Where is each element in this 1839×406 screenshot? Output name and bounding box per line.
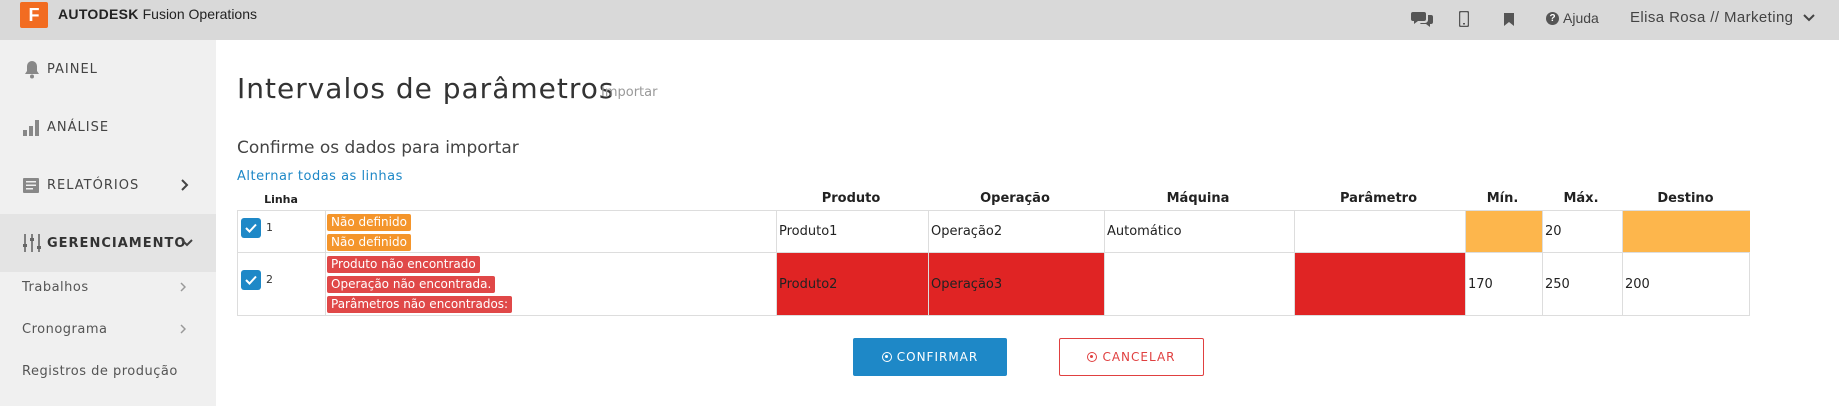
- cell-parametro: [1294, 253, 1465, 315]
- user-menu[interactable]: Elisa Rosa // Marketing: [1630, 9, 1816, 26]
- chevron-right-icon: [180, 324, 186, 334]
- fusion-logo[interactable]: F: [20, 2, 48, 28]
- page-subtitle: Importar: [601, 85, 658, 100]
- cell-min: [1465, 211, 1542, 252]
- sidebar-item-label: PAINEL: [47, 61, 98, 77]
- sidebar-subitem-label: Trabalhos: [22, 280, 89, 295]
- cell-produto: Produto2: [776, 253, 928, 315]
- help-icon: ?: [1546, 11, 1559, 25]
- cancel-button[interactable]: CANCELAR: [1059, 338, 1204, 376]
- checkmark-icon: [245, 223, 257, 233]
- sidebar-item-relatorios[interactable]: RELATÓRIOS: [0, 156, 216, 214]
- table-row: 2 Produto não encontrado Operação não en…: [237, 252, 1750, 316]
- bell-icon: [25, 61, 39, 79]
- chat-icon[interactable]: [1410, 8, 1434, 30]
- status-badge: Operação não encontrada.: [327, 276, 496, 293]
- bookmark-icon[interactable]: [1502, 8, 1516, 30]
- sidebar-item-label: GERENCIAMENTO: [47, 235, 187, 251]
- sidebar-item-label: ANÁLISE: [47, 119, 110, 135]
- brand-autodesk: AUTODESK: [58, 6, 139, 22]
- cell-destino: [1622, 211, 1750, 252]
- col-header-maquina: Máquina: [1166, 191, 1230, 206]
- col-header-destino: Destino: [1657, 191, 1714, 206]
- sidebar-subitem-cronograma[interactable]: Cronograma: [22, 322, 202, 337]
- sidebar: PAINEL ANÁLISE RELATÓRIOS GERENCIAMENTO …: [0, 40, 216, 406]
- mobile-icon[interactable]: [1456, 8, 1472, 30]
- toggle-all-rows-link[interactable]: Alternar todas as linhas: [237, 169, 403, 184]
- col-header-parametro: Parâmetro: [1339, 191, 1418, 206]
- chevron-down-icon: [181, 239, 193, 247]
- cell-produto: Produto1: [776, 211, 928, 252]
- status-badge: Produto não encontrado: [327, 256, 480, 273]
- user-label: Elisa Rosa // Marketing: [1630, 9, 1794, 26]
- cell-destino: 200: [1622, 253, 1750, 315]
- cell-operacao: Operação3: [928, 253, 1104, 315]
- cell-max: 250: [1542, 253, 1622, 315]
- row-checkbox[interactable]: [241, 270, 261, 290]
- cell-operacao: Operação2: [928, 211, 1104, 252]
- confirm-heading: Confirme os dados para importar: [237, 138, 519, 158]
- sidebar-subitem-label: Cronograma: [22, 322, 108, 337]
- bar-chart-icon: [23, 120, 39, 136]
- circle-dot-icon: [1087, 352, 1098, 362]
- help-link[interactable]: ? Ajuda: [1546, 10, 1599, 26]
- sidebar-subitem-label: Registros de produção: [22, 364, 178, 379]
- col-header-operacao: Operação: [980, 191, 1050, 206]
- row-checkbox[interactable]: [241, 218, 261, 238]
- sidebar-subitem-trabalhos[interactable]: Trabalhos: [22, 280, 202, 295]
- page-title: Intervalos de parâmetros: [237, 72, 615, 105]
- status-badge: Não definido: [327, 234, 411, 251]
- sidebar-item-painel[interactable]: PAINEL: [0, 40, 216, 98]
- sliders-icon: [23, 234, 41, 252]
- cell-maquina: Automático: [1104, 211, 1294, 252]
- col-header-produto: Produto: [821, 191, 881, 206]
- cancel-button-label: CANCELAR: [1102, 350, 1176, 364]
- row-number: 1: [266, 221, 273, 234]
- row-number: 2: [266, 273, 273, 286]
- brand-product: Fusion Operations: [142, 6, 258, 22]
- sidebar-item-analise[interactable]: ANÁLISE: [0, 98, 216, 156]
- chevron-down-icon: [1803, 13, 1816, 21]
- brand-name: AUTODESK Fusion Operations: [58, 6, 257, 22]
- chevron-right-icon: [181, 179, 189, 191]
- cell-min: 170: [1465, 253, 1542, 315]
- checkmark-icon: [245, 275, 257, 285]
- sidebar-subitem-registros[interactable]: Registros de produção: [22, 364, 202, 379]
- cell-parametro: [1294, 211, 1465, 252]
- sidebar-item-gerenciamento[interactable]: GERENCIAMENTO: [0, 214, 216, 272]
- circle-dot-icon: [881, 352, 892, 362]
- status-badge: Não definido: [327, 214, 411, 231]
- reports-icon: [23, 178, 39, 193]
- cell-maquina: [1104, 253, 1294, 315]
- col-header-min: Mín.: [1486, 191, 1519, 206]
- confirm-button[interactable]: CONFIRMAR: [853, 338, 1007, 376]
- col-header-max: Máx.: [1563, 191, 1599, 206]
- cell-max: 20: [1542, 211, 1622, 252]
- status-badge: Parâmetros não encontrados:: [327, 296, 513, 313]
- confirm-button-label: CONFIRMAR: [896, 350, 979, 364]
- col-header-linha: Linha: [264, 193, 298, 206]
- top-bar: F AUTODESK Fusion Operations ? Ajuda Eli…: [0, 0, 1839, 40]
- help-label: Ajuda: [1563, 10, 1599, 26]
- sidebar-item-label: RELATÓRIOS: [47, 177, 140, 193]
- chevron-right-icon: [180, 282, 186, 292]
- table-row: 1 Não definido Não definido Produto1 Ope…: [237, 210, 1750, 253]
